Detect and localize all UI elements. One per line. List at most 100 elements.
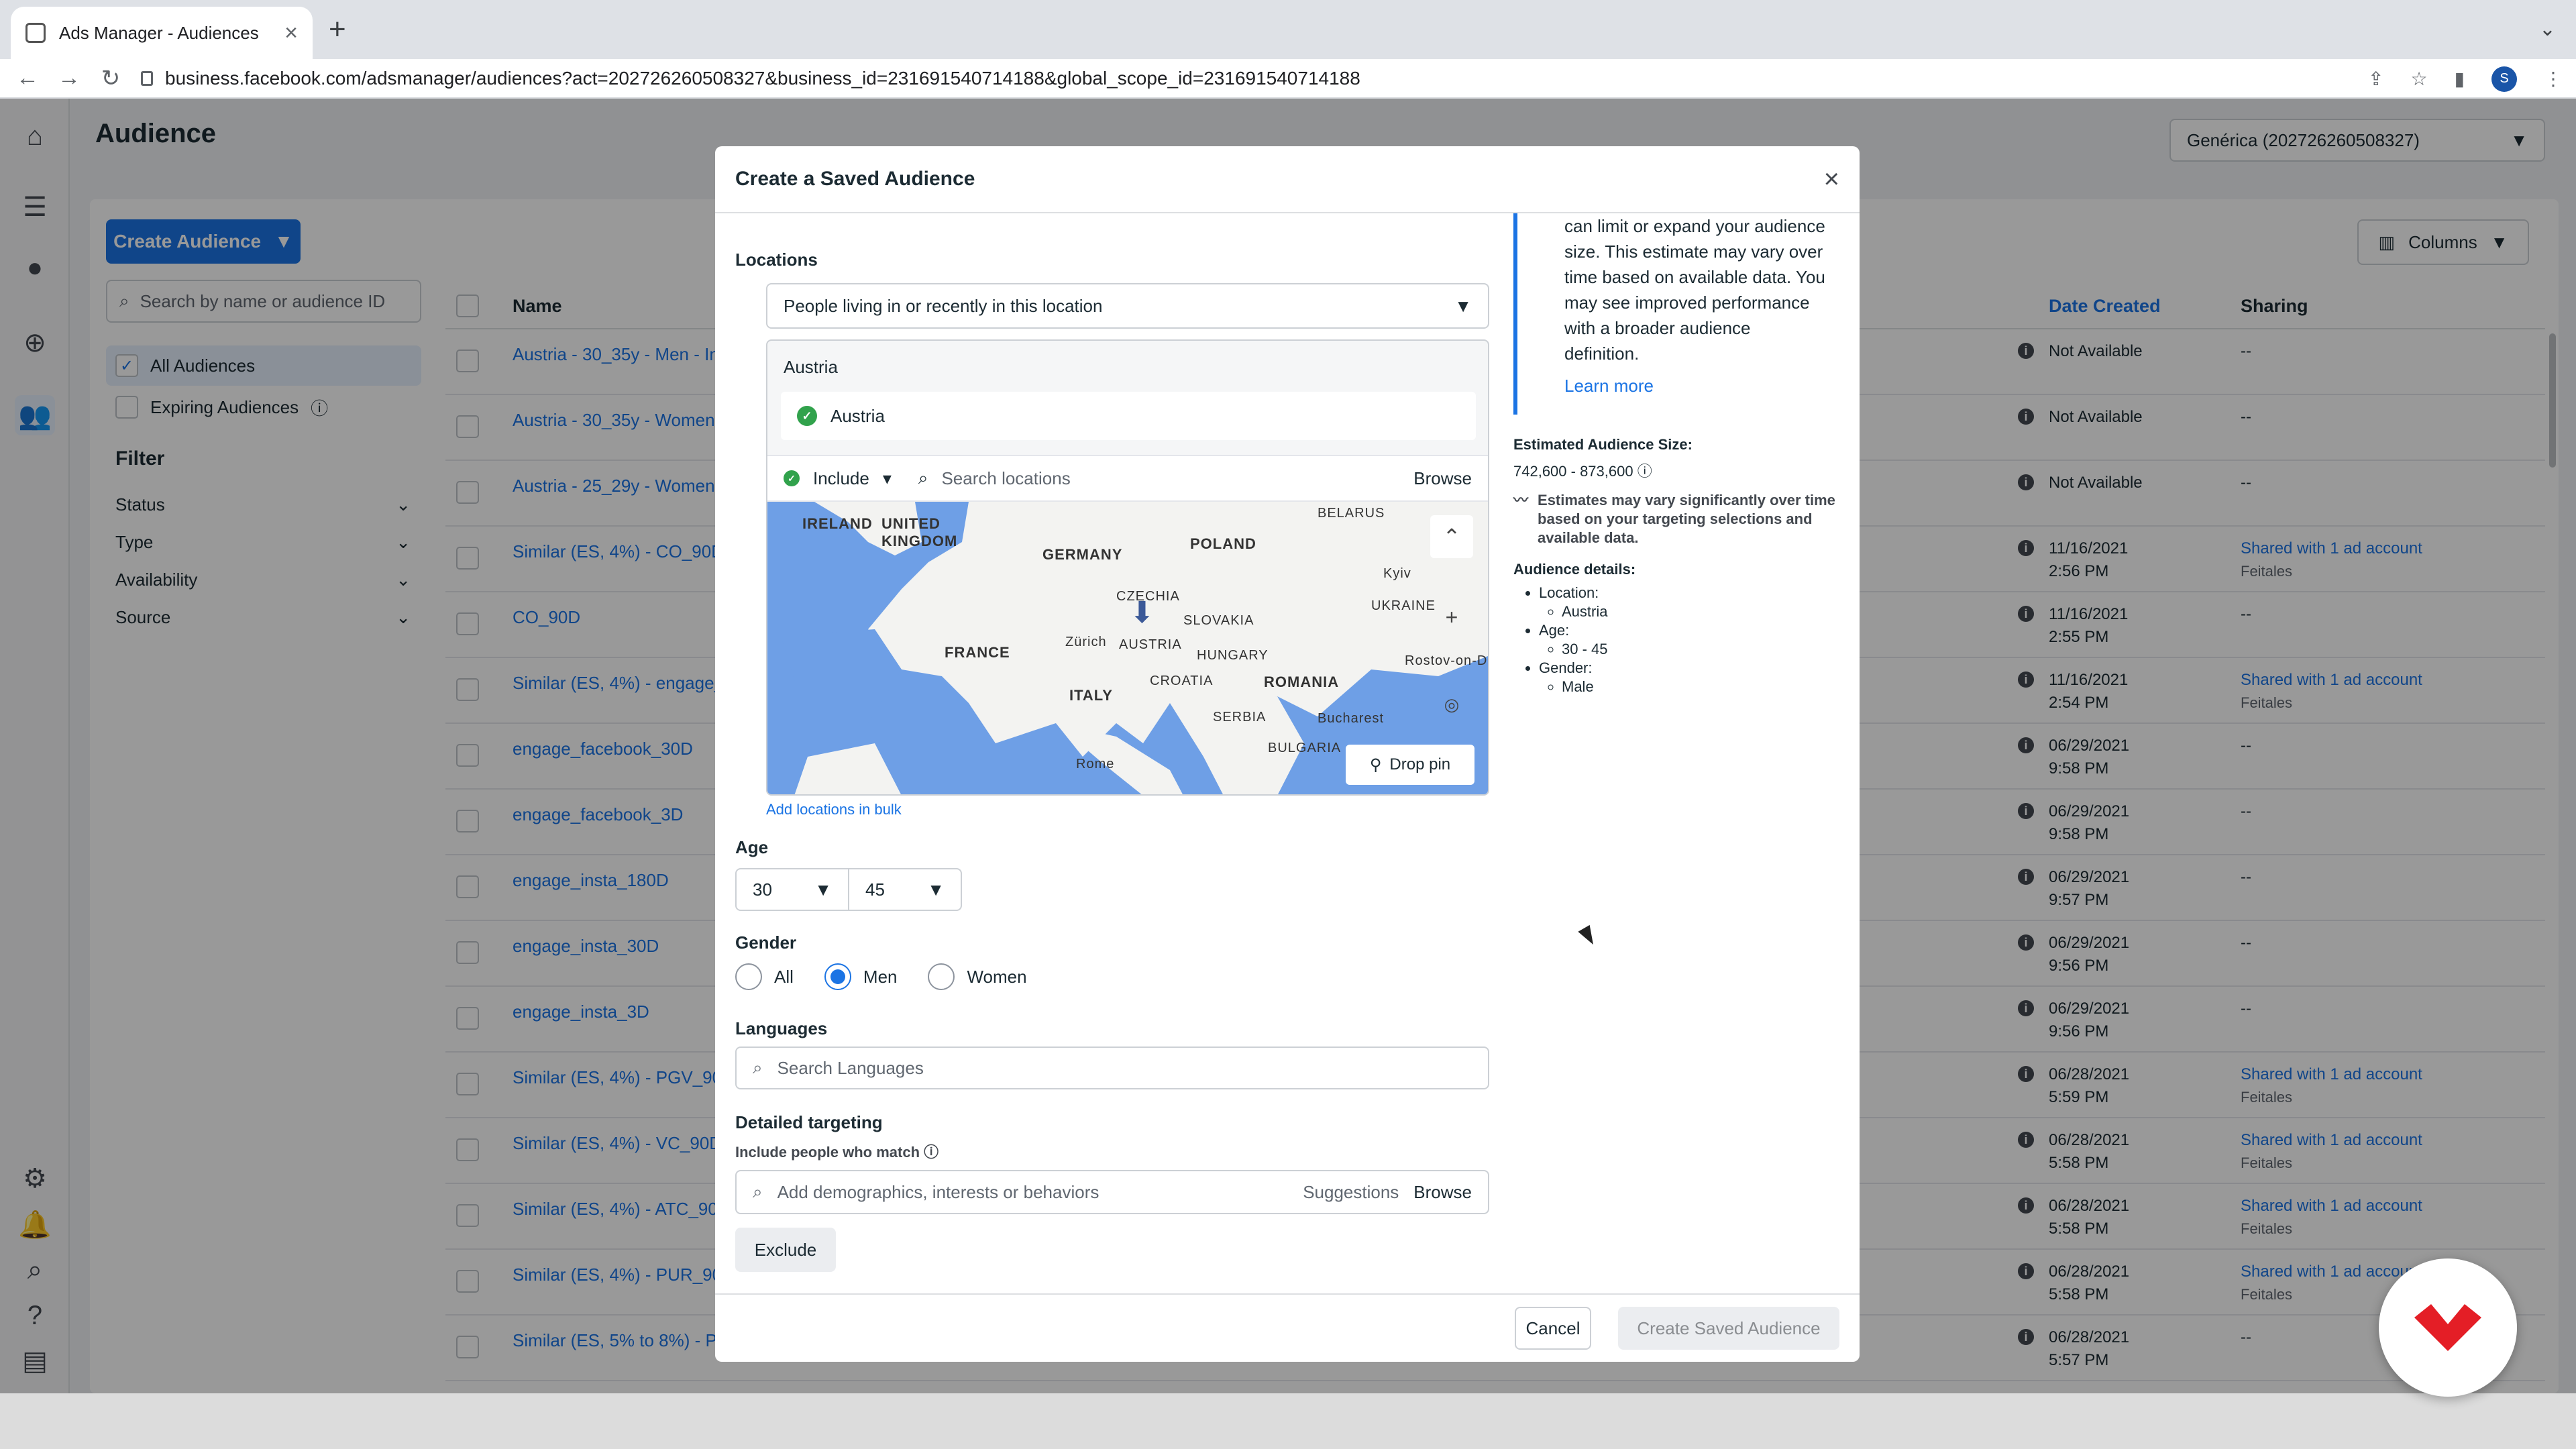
detailed-targeting-sub-text: Include people who match	[735, 1144, 920, 1161]
include-pin-icon: ✓	[784, 470, 800, 486]
detail-value: Male	[1562, 678, 1608, 696]
location-pin-icon: ✓	[797, 406, 817, 426]
modal-footer: Cancel Create Saved Audience	[715, 1293, 1860, 1362]
browser-chrome: Ads Manager - Audiences × + ⌄ ← → ↻ busi…	[0, 0, 2576, 99]
gender-options: All Men Women	[735, 963, 1046, 990]
learn-more-link[interactable]: Learn more	[1564, 373, 1826, 398]
map-label: AUSTRIA	[1119, 637, 1182, 652]
locate-icon[interactable]: ◎	[1430, 683, 1473, 726]
map-label: SERBIA	[1213, 710, 1267, 724]
audience-summary-panel: can limit or expand your audience size. …	[1513, 213, 1842, 884]
detail-key: Gender:	[1539, 659, 1593, 676]
brand-logo-icon	[2414, 1304, 2481, 1351]
radio[interactable]	[928, 963, 955, 990]
gender-all-option[interactable]: All	[735, 963, 794, 990]
share-icon[interactable]: ⇪	[2368, 68, 2383, 90]
location-item[interactable]: ✓ Austria	[781, 392, 1476, 440]
chevron-down-icon[interactable]: ▾	[883, 468, 892, 489]
cancel-button[interactable]: Cancel	[1515, 1307, 1591, 1350]
info-icon[interactable]: ⓘ	[924, 1144, 938, 1161]
include-dropdown[interactable]: Include	[813, 468, 869, 489]
locations-label: Locations	[735, 250, 818, 270]
map-label: Bucharest	[1318, 711, 1385, 726]
audience-tip: can limit or expand your audience size. …	[1513, 213, 1842, 415]
info-icon[interactable]: ⓘ	[1638, 463, 1652, 480]
map-label: Zürich	[1065, 635, 1107, 649]
exclude-button[interactable]: Exclude	[735, 1228, 836, 1272]
add-locations-bulk-link[interactable]: Add locations in bulk	[766, 801, 902, 818]
address-bar[interactable]: business.facebook.com/adsmanager/audienc…	[141, 62, 2422, 95]
map-label: CROATIA	[1150, 674, 1214, 688]
map-label: SLOVAKIA	[1183, 613, 1254, 628]
languages-search-input[interactable]: ⌕ Search Languages	[735, 1046, 1489, 1089]
location-group-heading: Austria	[784, 357, 838, 377]
estimated-size-value: 742,600 - 873,600	[1513, 463, 1633, 480]
search-icon: ⌕	[753, 1181, 763, 1201]
languages-placeholder: Search Languages	[777, 1057, 924, 1078]
browse-link[interactable]: Browse	[1413, 1182, 1472, 1203]
tab-title: Ads Manager - Audiences	[59, 22, 259, 43]
map-label: IRELAND	[802, 515, 873, 532]
back-icon[interactable]: ←	[7, 65, 48, 91]
reload-icon[interactable]: ↻	[90, 65, 131, 92]
create-saved-audience-button[interactable]: Create Saved Audience	[1618, 1307, 1839, 1350]
drop-pin-label: Drop pin	[1389, 755, 1451, 773]
modal-header: Create a Saved Audience ×	[715, 146, 1860, 213]
sidepanel-icon[interactable]: ▮	[2455, 68, 2465, 90]
map-label: BELARUS	[1318, 506, 1385, 521]
close-tab-icon[interactable]: ×	[284, 21, 298, 44]
detailed-targeting-placeholder: Add demographics, interests or behaviors	[777, 1181, 1099, 1202]
gender-men-option[interactable]: Men	[824, 963, 897, 990]
location-item-label: Austria	[830, 405, 885, 426]
gender-women-option[interactable]: Women	[928, 963, 1027, 990]
trend-icon: 〰	[1513, 492, 1529, 508]
close-icon[interactable]: ×	[1824, 166, 1839, 193]
zoom-in-icon[interactable]: +	[1430, 596, 1473, 639]
location-box: Austria ✓ Austria ✓ Include ▾ ⌕ Search l…	[766, 339, 1489, 796]
profile-avatar[interactable]: S	[2491, 66, 2517, 92]
estimate-note: 〰 Estimates may vary significantly over …	[1513, 491, 1842, 547]
url-text: business.facebook.com/adsmanager/audienc…	[165, 68, 1360, 89]
languages-label: Languages	[735, 1018, 828, 1038]
pin-icon: ⚲	[1369, 755, 1382, 774]
location-map[interactable]: IRELAND UNITED KINGDOM GERMANY POLAND BE…	[767, 502, 1488, 794]
map-label: ROMANIA	[1264, 674, 1340, 690]
brand-logo	[2379, 1258, 2517, 1397]
drop-pin-button[interactable]: ⚲ Drop pin	[1346, 745, 1474, 785]
collapse-map-chevron-up-icon[interactable]: ⌃	[1430, 515, 1473, 558]
lock-icon	[141, 71, 153, 86]
radio[interactable]	[735, 963, 762, 990]
browse-link[interactable]: Browse	[1413, 468, 1472, 489]
search-locations-input[interactable]: Search locations	[941, 468, 1400, 489]
map-label: GERMANY	[1042, 546, 1123, 563]
bottom-bar	[0, 1393, 2576, 1449]
age-min-select[interactable]: 30 ▼	[735, 868, 849, 911]
chevron-down-icon: ▼	[927, 879, 945, 900]
browser-menu-icon[interactable]: ⋮	[2544, 68, 2563, 90]
detailed-targeting-input[interactable]: ⌕ Add demographics, interests or behavio…	[735, 1170, 1489, 1214]
radio-selected[interactable]	[824, 963, 851, 990]
gender-all-label: All	[774, 966, 794, 987]
tab-search-chevron-icon[interactable]: ⌄	[2539, 17, 2556, 41]
age-max-select[interactable]: 45 ▼	[848, 868, 962, 911]
new-tab-icon[interactable]: +	[329, 15, 346, 44]
include-row: ✓ Include ▾ ⌕ Search locations Browse	[767, 455, 1488, 502]
age-min-value: 30	[753, 879, 772, 900]
map-label: Rome	[1076, 757, 1115, 771]
detail-age: Age: 30 - 45	[1539, 621, 1608, 659]
browser-tab[interactable]: Ads Manager - Audiences ×	[11, 7, 313, 59]
forward-icon[interactable]: →	[48, 65, 90, 91]
detailed-targeting-sub: Include people who match ⓘ	[735, 1140, 938, 1162]
map-label: POLAND	[1190, 535, 1256, 552]
toolbar-icons: ⇪ ☆ ▮ S ⋮	[2368, 59, 2563, 99]
search-icon: ⌕	[918, 468, 928, 488]
map-label: HUNGARY	[1197, 648, 1269, 663]
tip-text: can limit or expand your audience size. …	[1564, 216, 1825, 364]
suggestions-link[interactable]: Suggestions	[1303, 1182, 1399, 1203]
map-label: UNITED KINGDOM	[881, 515, 958, 549]
location-type-select[interactable]: People living in or recently in this loc…	[766, 283, 1489, 329]
detail-value: 30 - 45	[1562, 640, 1608, 659]
bookmark-star-icon[interactable]: ☆	[2410, 68, 2427, 90]
estimated-size-value-row: 742,600 - 873,600 ⓘ	[1513, 462, 1652, 482]
estimate-note-text: Estimates may vary significantly over ti…	[1538, 492, 1835, 546]
